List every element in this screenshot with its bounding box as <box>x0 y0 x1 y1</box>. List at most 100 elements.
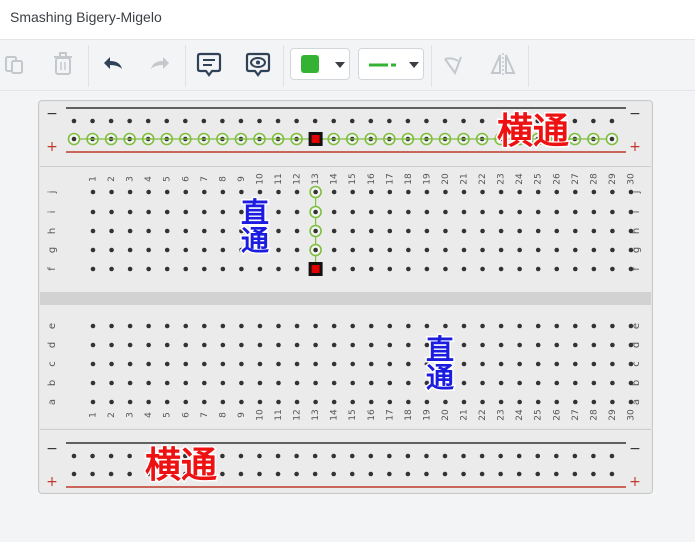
column-number: 19 <box>422 409 432 421</box>
terminal-hole <box>628 361 634 367</box>
terminal-hole <box>183 323 189 329</box>
terminal-hole <box>90 247 96 253</box>
column-number: 26 <box>552 173 562 185</box>
terminal-hole <box>591 228 597 234</box>
terminal-hole <box>109 189 114 195</box>
terminal-hole <box>220 266 226 272</box>
terminal-hole <box>573 228 578 234</box>
row-letter: c <box>47 361 58 367</box>
rail-hole <box>461 453 466 459</box>
terminal-hole <box>517 228 522 234</box>
terminal-hole <box>443 209 448 215</box>
terminal-hole <box>554 380 560 386</box>
terminal-hole <box>220 399 226 405</box>
terminal-hole <box>220 209 226 215</box>
rail-hole <box>108 471 114 477</box>
rail-hole <box>275 471 281 477</box>
terminal-hole <box>498 209 504 215</box>
rail-hole <box>461 118 466 124</box>
wire-line-icon <box>369 63 396 67</box>
terminal-hole <box>294 361 300 367</box>
note-button[interactable] <box>194 49 224 79</box>
terminal-hole <box>331 189 337 195</box>
rail-hole <box>312 118 318 124</box>
terminal-hole <box>535 189 541 195</box>
terminal-hole <box>146 228 151 234</box>
column-number: 5 <box>163 176 173 182</box>
rail-hole <box>127 453 132 459</box>
terminal-hole <box>276 189 281 195</box>
terminal-hole <box>276 266 281 272</box>
terminal-hole <box>610 361 615 367</box>
delete-button[interactable] <box>48 49 78 79</box>
column-number: 11 <box>274 409 284 420</box>
terminal-hole <box>90 361 96 367</box>
column-number: 6 <box>181 176 191 182</box>
terminal-hole <box>276 247 281 253</box>
terminal-hole <box>331 399 337 405</box>
terminal-hole <box>127 266 133 272</box>
terminal-hole <box>350 380 356 386</box>
column-number: 17 <box>385 173 395 184</box>
terminal-hole <box>406 247 411 253</box>
terminal-hole <box>90 399 96 405</box>
terminal-hole <box>628 247 634 253</box>
column-number: 10 <box>255 409 265 421</box>
copy-button[interactable] <box>0 49 30 79</box>
terminal-hole <box>387 399 393 405</box>
terminal-hole <box>424 228 430 234</box>
terminal-hole <box>202 209 207 215</box>
terminal-hole <box>535 361 541 367</box>
rail-hole <box>591 471 596 477</box>
terminal-hole <box>368 342 374 348</box>
column-number: 24 <box>515 173 525 185</box>
terminal-hole <box>610 189 615 195</box>
terminal-hole <box>183 209 189 215</box>
column-number: 5 <box>163 412 173 418</box>
redo-button[interactable] <box>145 49 175 79</box>
view-button[interactable] <box>243 49 273 79</box>
terminal-hole <box>127 399 133 405</box>
terminal-hole <box>406 380 411 386</box>
annotation-column-top: 直通 <box>239 196 270 257</box>
rail-hole <box>554 453 559 459</box>
terminal-hole <box>387 247 393 253</box>
fill-color-dropdown[interactable] <box>290 48 350 80</box>
column-number: 14 <box>330 409 340 421</box>
terminal-hole <box>610 247 615 253</box>
terminal-hole <box>573 189 578 195</box>
terminal-hole <box>610 228 615 234</box>
center-channel <box>40 292 651 305</box>
terminal-hole <box>368 209 374 215</box>
column-number: 21 <box>460 173 470 184</box>
rail-hole <box>349 471 355 477</box>
terminal-hole <box>573 209 578 215</box>
terminal-hole <box>443 247 448 253</box>
terminal-hole <box>220 380 226 386</box>
terminal-hole <box>480 380 485 386</box>
terminal-hole <box>239 399 244 405</box>
terminal-hole <box>183 247 189 253</box>
terminal-hole <box>276 399 281 405</box>
terminal-hole <box>183 189 189 195</box>
terminal-hole <box>164 399 170 405</box>
rail-hole <box>71 453 77 459</box>
rail-hole <box>516 471 522 477</box>
rotate-button[interactable] <box>438 49 468 79</box>
rail-hole <box>349 453 355 459</box>
rail-plus-label: + <box>629 139 641 155</box>
terminal-hole <box>127 247 133 253</box>
column-number: 8 <box>218 412 228 418</box>
undo-button[interactable] <box>98 49 128 79</box>
wire-style-dropdown[interactable] <box>358 48 424 80</box>
rail-plus-label: + <box>46 474 58 490</box>
rail-hole <box>312 453 318 459</box>
terminal-hole <box>610 342 615 348</box>
terminal-hole <box>461 323 467 329</box>
rail-hole <box>108 118 114 124</box>
terminal-hole <box>127 361 133 367</box>
flip-button[interactable] <box>488 49 518 79</box>
terminal-hole <box>220 361 226 367</box>
rail-plus-label: + <box>46 139 58 155</box>
rail-hole <box>554 471 559 477</box>
